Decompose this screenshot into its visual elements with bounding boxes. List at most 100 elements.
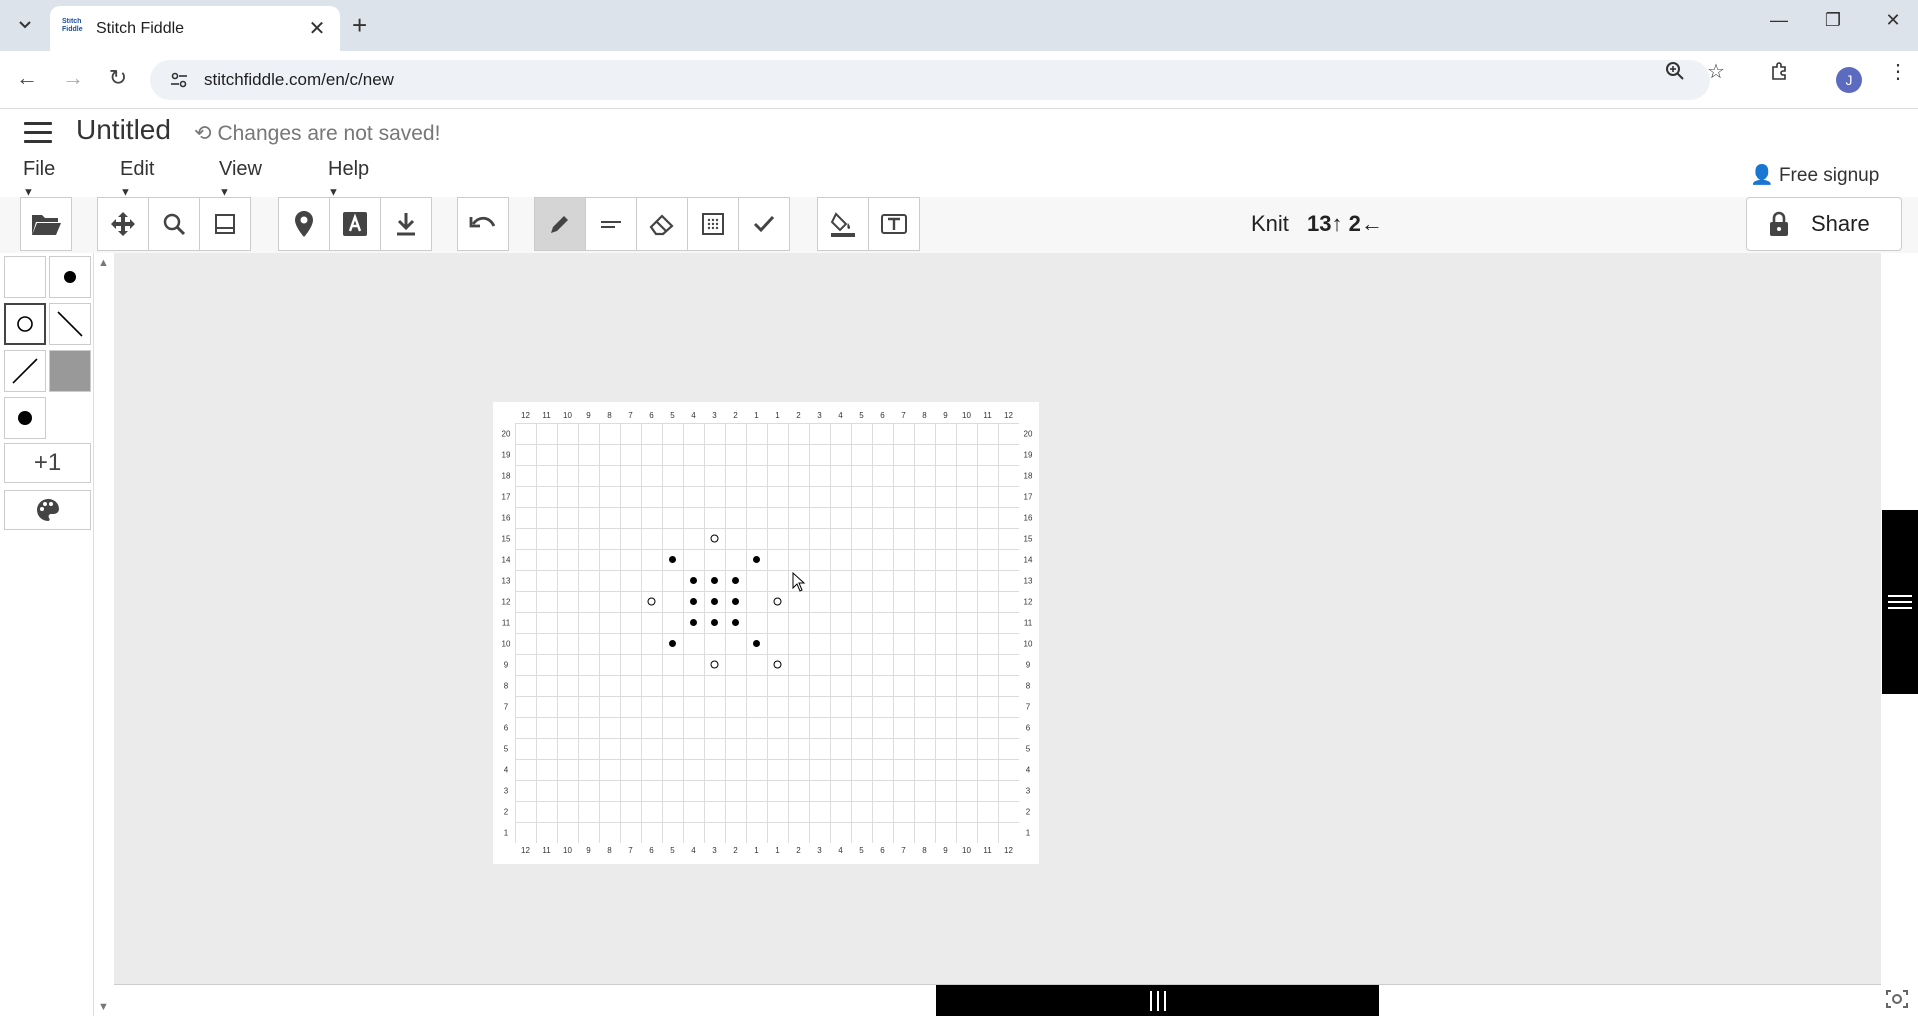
column-number-bottom: 9: [943, 846, 948, 855]
share-button[interactable]: Share: [1746, 197, 1902, 251]
reload-icon[interactable]: ↻: [103, 65, 133, 91]
grip-bar-icon: [1163, 990, 1166, 1011]
text-button[interactable]: [329, 197, 381, 251]
close-tab-icon[interactable]: ✕: [306, 16, 328, 41]
swatch-blank[interactable]: [4, 256, 46, 298]
new-tab-plus-icon[interactable]: +: [352, 12, 367, 38]
column-number-top: 1: [775, 411, 780, 420]
site-info-icon[interactable]: [170, 72, 188, 88]
column-number-top: 5: [670, 411, 675, 420]
address-bar[interactable]: stitchfiddle.com/en/c/new: [150, 60, 1710, 100]
confirm-button[interactable]: [738, 197, 790, 251]
bookmark-star-icon[interactable]: ☆: [1707, 59, 1725, 84]
extensions-icon[interactable]: [1770, 61, 1790, 87]
column-number-bottom: 6: [880, 846, 885, 855]
column-number-bottom: 1: [775, 846, 780, 855]
close-window-icon[interactable]: ✕: [1878, 10, 1908, 31]
swatch-backslash[interactable]: [49, 303, 91, 345]
column-number-top: 12: [1004, 411, 1013, 420]
stitch-fiddle-favicon-icon: Stitch Fiddle: [62, 17, 83, 33]
browser-tab[interactable]: Stitch Fiddle Stitch Fiddle ✕: [50, 6, 340, 51]
screenshot-capture-icon[interactable]: [1885, 988, 1909, 1016]
download-button[interactable]: [380, 197, 432, 251]
swatch-dot[interactable]: [49, 256, 91, 298]
text-format-button[interactable]: [868, 197, 920, 251]
column-number-top: 8: [922, 411, 927, 420]
swatch-slash[interactable]: [4, 350, 46, 392]
row-number-right: 9: [1026, 661, 1031, 670]
column-number-top: 9: [586, 411, 591, 420]
column-number-bottom: 6: [649, 846, 654, 855]
zoom-icon[interactable]: [1665, 61, 1685, 87]
palette-scroll-down-icon[interactable]: ▼: [98, 1001, 109, 1013]
row-number-left: 9: [504, 661, 509, 670]
column-number-bottom: 7: [901, 846, 906, 855]
tab-search-chevron-icon[interactable]: [10, 10, 40, 40]
row-number-right: 1: [1026, 829, 1031, 838]
row-number-left: 15: [502, 535, 511, 544]
selection-button[interactable]: [687, 197, 739, 251]
row-number-left: 10: [502, 640, 511, 649]
fill-bucket-button[interactable]: [817, 197, 869, 251]
draw-pencil-button[interactable]: [534, 197, 586, 251]
marker-button[interactable]: [278, 197, 330, 251]
column-number-bottom: 9: [586, 846, 591, 855]
bottom-panel-toggle[interactable]: [936, 985, 1379, 1016]
row-number-right: 3: [1026, 787, 1031, 796]
row-number-left: 6: [504, 724, 509, 733]
stitch-palette: +1 ▲ ▼: [0, 253, 109, 1016]
panel-button[interactable]: [199, 197, 251, 251]
grip-bar-icon: [1156, 990, 1159, 1011]
share-label: Share: [1811, 211, 1870, 236]
back-arrow-icon[interactable]: ←: [12, 65, 42, 91]
column-number-bottom: 4: [838, 846, 843, 855]
swatch-open-circle[interactable]: [4, 303, 46, 345]
add-symbol-button[interactable]: +1: [4, 443, 91, 483]
column-number-bottom: 12: [521, 846, 530, 855]
column-number-top: 6: [880, 411, 885, 420]
column-number-bottom: 3: [817, 846, 822, 855]
browser-menu-icon[interactable]: ⋮: [1888, 59, 1908, 84]
folder-open-icon: [32, 215, 61, 235]
knit-position-indicator: Knit 13↑ 2←: [1251, 211, 1383, 237]
free-signup-link[interactable]: 👤 Free signup: [1750, 163, 1879, 187]
row-number-left: 7: [504, 703, 509, 712]
column-number-bottom: 5: [859, 846, 864, 855]
browser-tab-strip: Stitch Fiddle Stitch Fiddle ✕ + — ❐ ✕: [0, 0, 1918, 51]
browser-toolbar: ← → ↻ stitchfiddle.com/en/c/new ☆ ⋮: [0, 51, 1918, 109]
row-number-right: 15: [1024, 535, 1033, 544]
swatch-large-dot[interactable]: [4, 397, 46, 439]
line-tool-button[interactable]: [585, 197, 637, 251]
move-arrows-icon: [111, 212, 135, 236]
profile-avatar[interactable]: J: [1836, 67, 1862, 93]
row-number-right: 7: [1026, 703, 1031, 712]
column-number-bottom: 2: [796, 846, 801, 855]
swatch-gray[interactable]: [49, 350, 91, 392]
color-palette-button[interactable]: [4, 490, 91, 530]
forward-arrow-icon[interactable]: →: [58, 65, 88, 91]
palette-scroll-up-icon[interactable]: ▲: [98, 257, 109, 269]
right-panel-toggle[interactable]: [1882, 510, 1918, 694]
backslash-line-icon: [57, 311, 83, 337]
zoom-button[interactable]: [148, 197, 200, 251]
column-number-top: 7: [628, 411, 633, 420]
app-menu-icon[interactable]: [24, 122, 52, 144]
user-icon: 👤: [1750, 165, 1774, 186]
text-a-icon: [343, 212, 367, 236]
open-folder-button[interactable]: [20, 197, 72, 251]
document-title[interactable]: Untitled: [76, 114, 171, 146]
column-number-top: 9: [943, 411, 948, 420]
minimize-window-icon[interactable]: —: [1764, 10, 1794, 31]
column-number-bottom: 8: [607, 846, 612, 855]
move-button[interactable]: [97, 197, 149, 251]
menu-view-label: View: [219, 158, 262, 180]
restore-window-icon[interactable]: ❐: [1818, 10, 1848, 31]
filled-dot-icon: [18, 411, 32, 425]
save-status: ⟲ Changes are not saved!: [194, 121, 440, 146]
filled-dot-icon: [64, 271, 76, 283]
grid-labels: 1212111110109988776655443322111122334455…: [502, 411, 1033, 855]
column-number-bottom: 10: [563, 846, 572, 855]
undo-button[interactable]: [457, 197, 509, 251]
eraser-button[interactable]: [636, 197, 688, 251]
row-number-left: 1: [504, 829, 509, 838]
